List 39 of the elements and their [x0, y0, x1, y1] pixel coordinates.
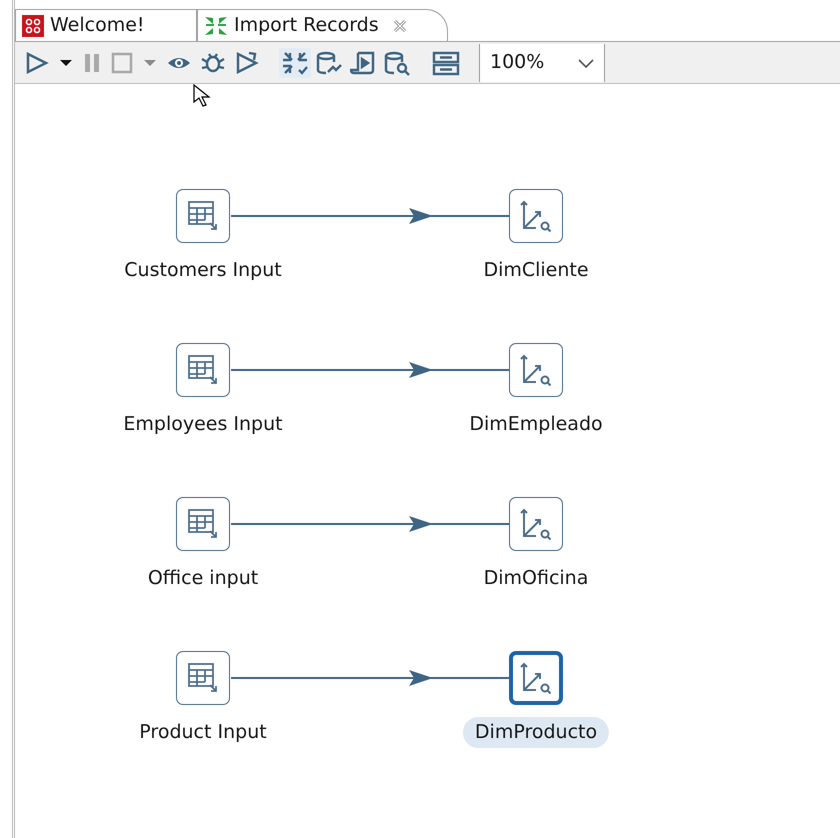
- step-run-icon[interactable]: [234, 50, 260, 76]
- dimension-lookup-node[interactable]: [509, 651, 563, 705]
- step-label: Customers Input: [123, 258, 283, 283]
- table-input-node[interactable]: [176, 651, 230, 705]
- step-label: Office input: [146, 566, 260, 591]
- merge-icon[interactable]: [282, 50, 308, 76]
- table-input-icon: [186, 199, 220, 233]
- step-label: DimProducto: [462, 717, 610, 748]
- table-input-icon: [186, 661, 220, 695]
- dimension-lookup-icon: [519, 661, 553, 695]
- layout-icon[interactable]: [432, 50, 460, 76]
- dimension-lookup-node[interactable]: [509, 497, 563, 551]
- zoom-dropdown[interactable]: 100%: [479, 44, 605, 82]
- table-input-node[interactable]: [176, 497, 230, 551]
- step-label: Employees Input: [122, 412, 284, 437]
- transform-icon: [204, 14, 228, 36]
- cursor-icon: [193, 84, 213, 108]
- table-input-node[interactable]: [176, 343, 230, 397]
- step-label: DimEmpleado: [468, 412, 604, 437]
- database-search-icon[interactable]: [384, 50, 410, 76]
- dimension-lookup-node[interactable]: [509, 343, 563, 397]
- editor-tab[interactable]: Import Records: [197, 9, 448, 41]
- step-label: Product Input: [138, 720, 268, 745]
- step-label: DimCliente: [482, 258, 590, 283]
- run-icon[interactable]: [24, 50, 50, 76]
- dimension-lookup-icon: [519, 353, 553, 387]
- script-icon[interactable]: [350, 50, 376, 76]
- dimension-lookup-icon: [519, 199, 553, 233]
- table-input-icon: [186, 353, 220, 387]
- editor-tab[interactable]: Welcome!: [15, 9, 197, 41]
- dimension-lookup-node[interactable]: [509, 189, 563, 243]
- step-label: DimOficina: [482, 566, 590, 591]
- chevron-icon[interactable]: [578, 58, 594, 68]
- welcome-icon: [22, 14, 44, 36]
- close-icon[interactable]: [392, 18, 407, 32]
- table-input-icon: [186, 507, 220, 541]
- database-chart-icon[interactable]: [316, 50, 342, 76]
- table-input-node[interactable]: [176, 189, 230, 243]
- dimension-lookup-icon: [519, 507, 553, 541]
